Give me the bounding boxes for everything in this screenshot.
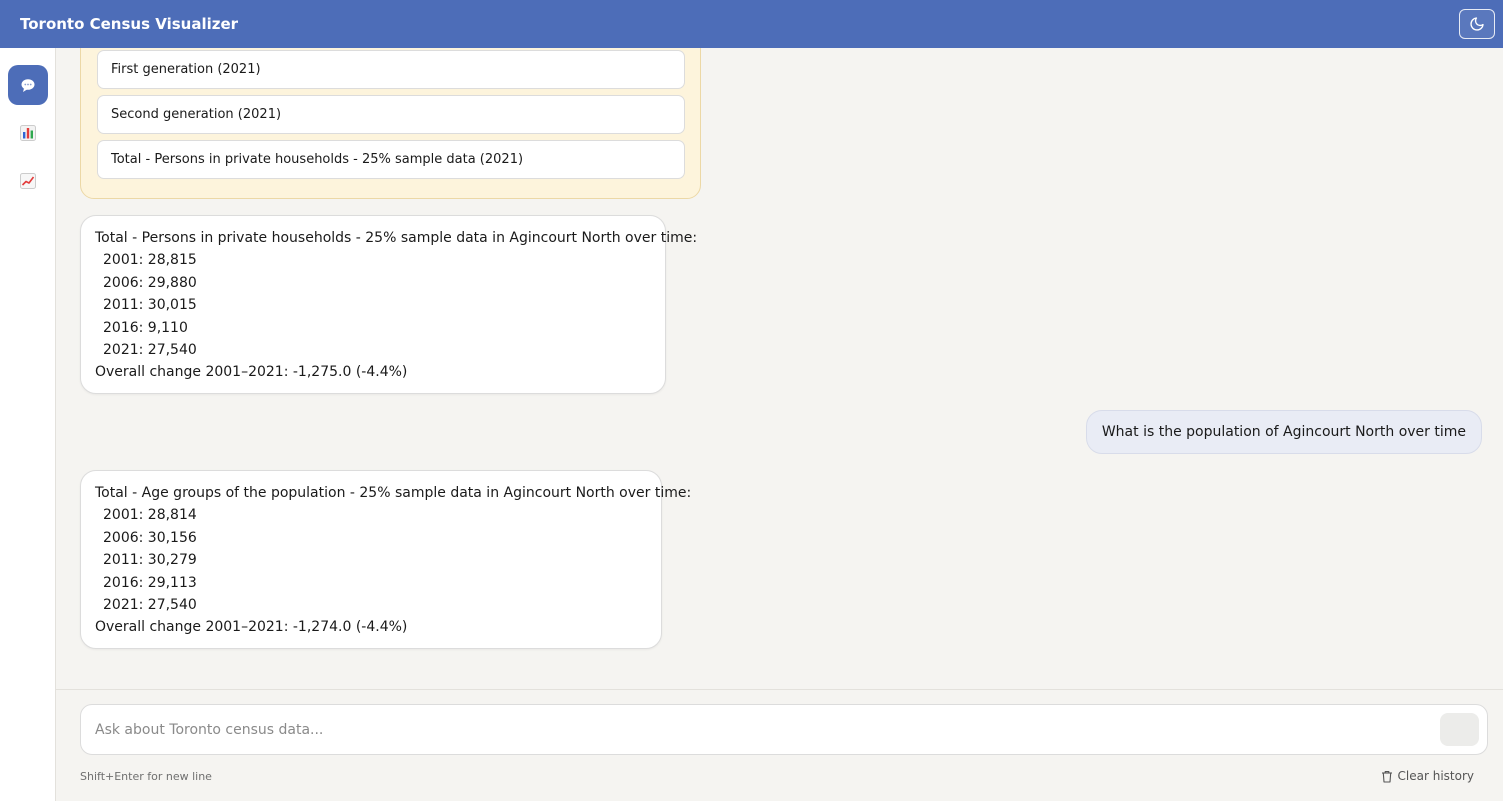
data-row: 2016: 9,110 bbox=[103, 319, 188, 336]
chat-area[interactable]: First generation (2021) Second generatio… bbox=[56, 48, 1503, 689]
data-row: 2011: 30,015 bbox=[103, 297, 197, 314]
user-message: What is the population of Agincourt Nort… bbox=[1085, 410, 1482, 454]
speech-bubble-icon bbox=[21, 79, 35, 92]
send-button[interactable] bbox=[1440, 713, 1479, 746]
message-input-box bbox=[80, 704, 1488, 755]
line-chart-icon bbox=[20, 173, 36, 189]
message-heading: Total - Age groups of the population - 2… bbox=[95, 485, 692, 501]
message-summary: Overall change 2001–2021: -1,275.0 (-4.4… bbox=[95, 364, 408, 381]
bar-chart-icon bbox=[20, 125, 36, 141]
option-button[interactable]: Second generation (2021) bbox=[97, 95, 685, 134]
option-button[interactable]: First generation (2021) bbox=[97, 50, 685, 89]
assistant-message: Total - Persons in private households - … bbox=[80, 215, 698, 394]
moon-icon bbox=[1470, 17, 1484, 31]
theme-toggle-button[interactable] bbox=[1459, 9, 1495, 39]
message-summary: Overall change 2001–2021: -1,274.0 (-4.4… bbox=[95, 619, 408, 636]
clear-history-button[interactable]: Clear history bbox=[1381, 769, 1474, 783]
message-heading: Total - Persons in private households - … bbox=[95, 230, 698, 246]
data-row: 2006: 29,880 bbox=[103, 274, 197, 291]
assistant-message: Total - Age groups of the population - 2… bbox=[80, 470, 692, 649]
data-row: 2021: 27,540 bbox=[103, 596, 197, 613]
sidebar-item-trend[interactable] bbox=[8, 161, 48, 201]
data-row: 2016: 29,113 bbox=[103, 574, 197, 591]
app-title: Toronto Census Visualizer bbox=[20, 15, 239, 33]
options-card: First generation (2021) Second generatio… bbox=[80, 48, 701, 199]
data-row: 2011: 30,279 bbox=[103, 552, 197, 569]
message-input[interactable] bbox=[95, 705, 1425, 754]
sidebar-item-chat[interactable] bbox=[8, 65, 48, 105]
data-row: 2001: 28,814 bbox=[103, 507, 197, 524]
data-row: 2006: 30,156 bbox=[103, 529, 197, 546]
trash-icon bbox=[1381, 770, 1392, 783]
sidebar-item-bar-chart[interactable] bbox=[8, 113, 48, 153]
input-hint: Shift+Enter for new line bbox=[80, 770, 212, 783]
sidebar bbox=[0, 48, 56, 801]
data-row: 2021: 27,540 bbox=[103, 341, 197, 358]
composer: Shift+Enter for new line Clear history bbox=[56, 689, 1503, 801]
option-button[interactable]: Total - Persons in private households - … bbox=[97, 140, 685, 179]
data-row: 2001: 28,815 bbox=[103, 252, 197, 269]
clear-history-label: Clear history bbox=[1397, 769, 1474, 783]
top-bar: Toronto Census Visualizer bbox=[0, 0, 1503, 48]
